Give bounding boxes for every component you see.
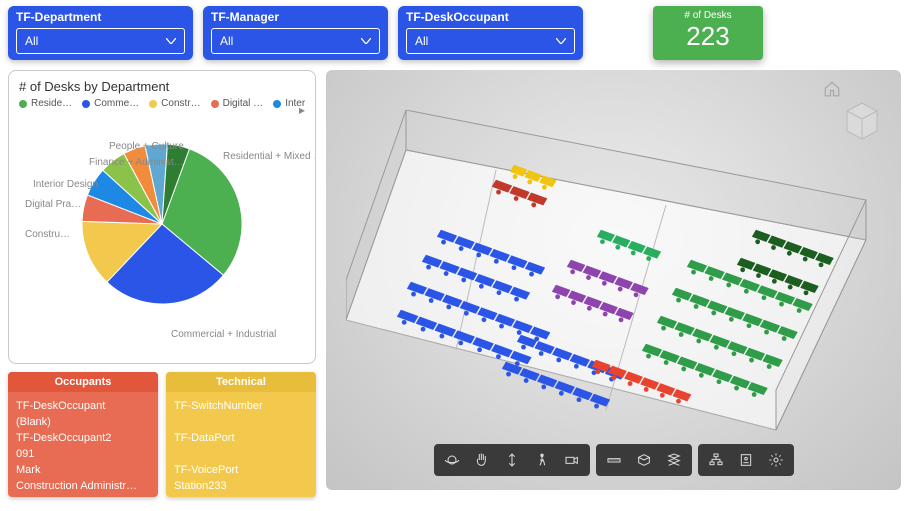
orbit-icon[interactable] — [437, 447, 467, 473]
filter-department-select[interactable]: All — [16, 28, 185, 54]
card-row: TF-DataPort — [174, 430, 308, 446]
legend-item[interactable]: Comme… — [82, 98, 139, 109]
measure-icon[interactable] — [599, 447, 629, 473]
filter-value: All — [25, 34, 38, 48]
legend-dot-icon — [211, 100, 219, 108]
card-row: 091 — [16, 446, 150, 462]
legend-dot-icon — [19, 100, 27, 108]
card-row: TF-SwitchNumber — [174, 398, 308, 414]
properties-icon[interactable] — [731, 447, 761, 473]
legend-dot-icon — [149, 100, 157, 108]
chevron-down-icon — [361, 38, 371, 44]
kpi-label: # of Desks — [653, 10, 763, 21]
filter-department: TF-Department All — [8, 6, 193, 60]
toolbar-group-tools — [596, 444, 692, 476]
filter-label: TF-Department — [16, 10, 185, 24]
info-row: Occupants TF-DeskOccupant (Blank) TF-Des… — [8, 372, 316, 497]
card-row — [174, 446, 308, 462]
legend-item[interactable]: Constr… — [149, 98, 200, 109]
pie-label: Finance + Administ… — [89, 157, 184, 168]
pie-label: Constru… — [25, 229, 70, 240]
legend-item[interactable]: Digital … — [211, 98, 264, 109]
card-body: TF-SwitchNumber TF-DataPort TF-VoicePort… — [166, 392, 316, 497]
card-row: TF-DeskOccupant — [16, 398, 150, 414]
filter-label: TF-DeskOccupant — [406, 10, 575, 24]
card-header: Technical — [166, 372, 316, 392]
kpi-value: 223 — [653, 21, 763, 51]
pie-chart[interactable]: People + Culture Finance + Administ… Int… — [19, 109, 305, 339]
pan-icon[interactable] — [467, 447, 497, 473]
settings-icon[interactable] — [761, 447, 791, 473]
model-viewer-3d[interactable] — [326, 70, 901, 490]
pie-label: People + Culture — [109, 141, 184, 152]
card-row — [174, 414, 308, 430]
card-header: Occupants — [8, 372, 158, 392]
model-tree-icon[interactable] — [701, 447, 731, 473]
occupants-card[interactable]: Occupants TF-DeskOccupant (Blank) TF-Des… — [8, 372, 158, 497]
main-row: # of Desks by Department Reside… Comme… … — [0, 70, 909, 505]
chevron-down-icon — [556, 38, 566, 44]
legend-item[interactable]: Reside… — [19, 98, 72, 109]
card-row: TF-VoicePort — [174, 462, 308, 478]
card-row: Station233 — [174, 478, 308, 494]
top-filter-row: TF-Department All TF-Manager All TF-Desk… — [0, 0, 909, 70]
filter-deskoccupant: TF-DeskOccupant All — [398, 6, 583, 60]
section-icon[interactable] — [629, 447, 659, 473]
chart-title: # of Desks by Department — [19, 79, 305, 94]
chart-legend: Reside… Comme… Constr… Digital … Interio… — [19, 98, 305, 109]
pie-label: Commercial + Industrial — [171, 329, 276, 340]
legend-dot-icon — [273, 100, 281, 108]
right-column — [326, 70, 901, 497]
card-row: (Blank) — [16, 414, 150, 430]
card-body: TF-DeskOccupant (Blank) TF-DeskOccupant2… — [8, 392, 158, 497]
floorplan-render — [346, 110, 886, 440]
chart-card-desks-by-department: # of Desks by Department Reside… Comme… … — [8, 70, 316, 364]
technical-card[interactable]: Technical TF-SwitchNumber TF-DataPort TF… — [166, 372, 316, 497]
viewer-toolbar — [434, 444, 794, 476]
chevron-down-icon — [166, 38, 176, 44]
camera-icon[interactable] — [557, 447, 587, 473]
toolbar-group-panels — [698, 444, 794, 476]
filter-manager: TF-Manager All — [203, 6, 388, 60]
card-row: Construction Administr… — [16, 478, 150, 494]
pie-label: Digital Pra… — [25, 199, 81, 210]
card-row: TF-DeskOccupant2 — [16, 430, 150, 446]
filter-label: TF-Manager — [211, 10, 380, 24]
explode-icon[interactable] — [659, 447, 689, 473]
kpi-desk-count: # of Desks 223 — [653, 6, 763, 60]
toolbar-group-nav — [434, 444, 590, 476]
dolly-icon[interactable] — [497, 447, 527, 473]
legend-dot-icon — [82, 100, 90, 108]
card-row: Mark — [16, 462, 150, 478]
filter-value: All — [415, 34, 428, 48]
pie-label: Residential + Mixed … — [223, 151, 316, 162]
filter-manager-select[interactable]: All — [211, 28, 380, 54]
left-column: # of Desks by Department Reside… Comme… … — [8, 70, 316, 497]
filter-deskoccupant-select[interactable]: All — [406, 28, 575, 54]
pie-label: Interior Design — [33, 179, 98, 190]
walk-icon[interactable] — [527, 447, 557, 473]
filter-value: All — [220, 34, 233, 48]
